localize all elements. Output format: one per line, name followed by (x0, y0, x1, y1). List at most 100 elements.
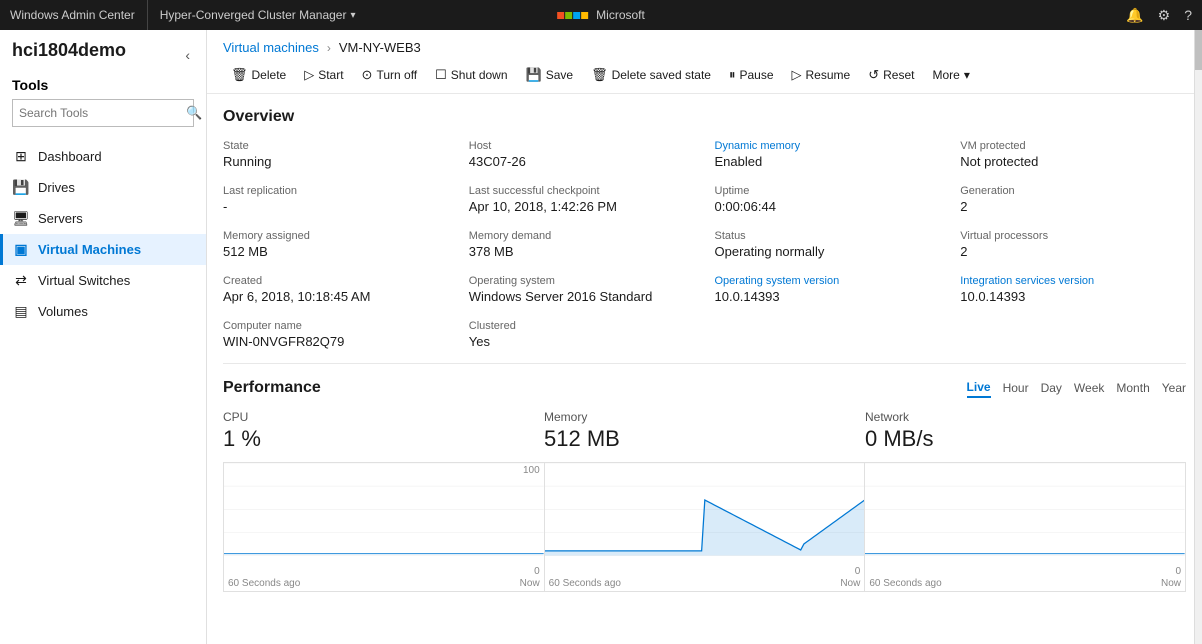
sidebar-header: hci1804demo ‹ Tools 🔍 (0, 30, 206, 141)
resume-icon: ▷ (792, 67, 802, 83)
notification-icon[interactable]: 🔔 (1126, 7, 1143, 24)
ov-value: 512 MB (223, 244, 449, 259)
scrollbar-track[interactable] (1194, 30, 1202, 644)
app-title: Windows Admin Center (10, 0, 148, 30)
search-icon: 🔍 (180, 105, 208, 121)
sidebar-item-virtual-switches[interactable]: ⇄Virtual Switches (0, 265, 206, 296)
reset-label: Reset (883, 68, 914, 82)
performance-tabs: Live Hour Day Week Month Year (967, 378, 1186, 398)
ov-label: Last successful checkpoint (469, 185, 695, 197)
delete-button[interactable]: 🗑Delete (223, 63, 294, 87)
help-icon[interactable]: ? (1184, 7, 1192, 23)
overview-title: Overview (223, 108, 1186, 126)
performance-title: Performance (223, 379, 321, 397)
ov-label: Last replication (223, 185, 449, 197)
performance-header: Performance Live Hour Day Week Month Year (223, 378, 1186, 398)
ov-label: Status (715, 230, 941, 242)
ms-logo-green (565, 12, 572, 19)
turn-off-button[interactable]: ⊙Turn off (354, 63, 426, 87)
ov-value: Apr 10, 2018, 1:42:26 PM (469, 199, 695, 214)
pause-button[interactable]: ⏸Pause (721, 63, 782, 87)
chart-svg-memory-chart (545, 463, 865, 556)
perf-tab-live[interactable]: Live (967, 378, 991, 398)
perf-metric-network: Network0 MB/s (865, 410, 1186, 452)
settings-icon[interactable]: ⚙ (1158, 7, 1171, 24)
sidebar-item-volumes[interactable]: ▤Volumes (0, 296, 206, 327)
shut-down-button[interactable]: ☐Shut down (427, 63, 515, 87)
perf-tab-hour[interactable]: Hour (1003, 379, 1029, 397)
sidebar-item-virtual-machines[interactable]: ▣Virtual Machines (0, 234, 206, 265)
ov-value: 378 MB (469, 244, 695, 259)
ov-label: State (223, 140, 449, 152)
reset-button[interactable]: ↺ Reset (860, 63, 922, 87)
overview-field-clustered: ClusteredYes (469, 320, 695, 349)
ov-value: 2 (960, 199, 1186, 214)
breadcrumb-parent[interactable]: Virtual machines (223, 40, 319, 55)
ov-label: Dynamic memory (715, 140, 941, 152)
perf-metric-label-cpu: CPU (223, 410, 544, 424)
ov-label: VM protected (960, 140, 1186, 152)
servers-nav-icon: 🖥 (12, 210, 30, 227)
ms-logo-yellow (581, 12, 588, 19)
breadcrumb-separator: › (327, 41, 331, 55)
ov-label: Created (223, 275, 449, 287)
overview-field-integration-services-version: Integration services version10.0.14393 (960, 275, 1186, 304)
overview-field-operating-system: Operating system Windows Server 2016 Stan… (469, 275, 695, 304)
dashboard-nav-icon: ⊞ (12, 148, 30, 165)
resume-label: Resume (806, 68, 851, 82)
chart-y-min-network-chart: 0 (1175, 566, 1181, 577)
virtual-machines-nav-icon: ▣ (12, 241, 30, 258)
sidebar-item-servers[interactable]: 🖥Servers (0, 203, 206, 234)
breadcrumb-current: VM-NY-WEB3 (339, 40, 421, 55)
delete-saved-state-button[interactable]: 🗑Delete saved state (583, 63, 719, 87)
perf-tab-month[interactable]: Month (1116, 379, 1149, 397)
perf-metric-cpu: CPU 1 % (223, 410, 544, 452)
ov-value: Running (223, 154, 449, 169)
perf-tab-day[interactable]: Day (1041, 379, 1062, 397)
shut-down-icon: ☐ (435, 67, 447, 83)
chart-x-right-network-chart: Now (1161, 578, 1181, 589)
start-button[interactable]: ▷Start (296, 63, 351, 87)
perf-metric-memory: Memory 512 MB (544, 410, 865, 452)
ov-label: Host (469, 140, 695, 152)
volumes-nav-icon: ▤ (12, 303, 30, 320)
more-button[interactable]: More▾ (924, 64, 977, 86)
turn-off-icon: ⊙ (362, 67, 373, 83)
scrollbar-thumb[interactable] (1195, 30, 1202, 70)
perf-metric-value-memory: 512 MB (544, 426, 865, 452)
sidebar-item-drives[interactable]: 💾Drives (0, 172, 206, 203)
ov-value: - (223, 199, 449, 214)
search-input[interactable] (13, 106, 180, 120)
ov-value: 10.0.14393 (715, 289, 941, 304)
memory-chart: 060 Seconds agoNow (544, 462, 865, 592)
turn-off-label: Turn off (376, 68, 417, 82)
chart-x-right-cpu-chart: Now (520, 578, 540, 589)
sidebar-item-label-dashboard: Dashboard (38, 149, 102, 164)
ms-branding: Microsoft (557, 8, 645, 22)
ov-value: Not protected (960, 154, 1186, 169)
overview-field-host: Host43C07-26 (469, 140, 695, 169)
save-button[interactable]: 💾Save (518, 63, 582, 87)
overview-field-state: State Running (223, 140, 449, 169)
reset-icon: ↺ (868, 67, 879, 83)
ov-label: Computer name (223, 320, 449, 332)
resume-button[interactable]: ▷ Resume (784, 63, 859, 87)
sidebar-collapse-button[interactable]: ‹ (181, 45, 194, 65)
app-title-text: Windows Admin Center (10, 8, 135, 22)
overview-field-last-successful-checkpoint: Last successful checkpoint Apr 10, 2018, … (469, 185, 695, 214)
ov-label: Operating system (469, 275, 695, 287)
sidebar-item-dashboard[interactable]: ⊞ Dashboard (0, 141, 206, 172)
perf-tab-year[interactable]: Year (1162, 379, 1186, 397)
ov-value: Windows Server 2016 Standard (469, 289, 695, 304)
ov-value: 10.0.14393 (960, 289, 1186, 304)
overview-field-generation: Generation2 (960, 185, 1186, 214)
ov-label: Clustered (469, 320, 695, 332)
perf-metric-value-network: 0 MB/s (865, 426, 1186, 452)
search-box: 🔍 (12, 99, 194, 127)
ov-label: Uptime (715, 185, 941, 197)
perf-metric-value-cpu: 1 % (223, 426, 544, 452)
top-bar: Windows Admin Center Hyper-Converged Clu… (0, 0, 1202, 30)
perf-metric-label-memory: Memory (544, 410, 865, 424)
main-layout: hci1804demo ‹ Tools 🔍 ⊞Dashboard💾Drives🖥… (0, 30, 1202, 644)
perf-tab-week[interactable]: Week (1074, 379, 1104, 397)
